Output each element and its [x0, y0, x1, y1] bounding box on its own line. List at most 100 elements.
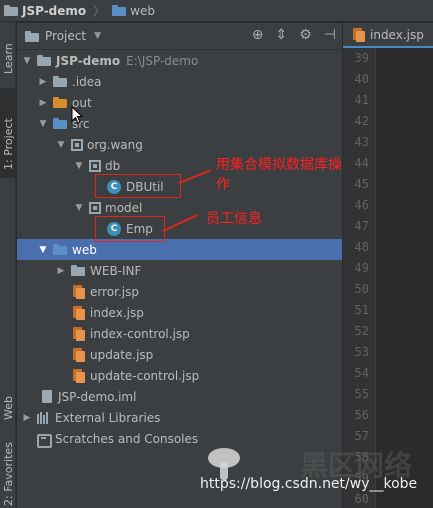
breadcrumb-separator: 〉: [93, 4, 106, 18]
tab-web[interactable]: Web: [0, 378, 16, 430]
module-folder-icon: [37, 55, 51, 66]
line-number: 42: [354, 114, 369, 128]
panel-toolbar: ⊕ ⇕ ⚙ ⊣: [252, 27, 336, 43]
excluded-folder-icon: [53, 97, 67, 108]
line-number: 53: [354, 345, 369, 359]
line-number: 39: [354, 51, 369, 65]
collapse-all-icon[interactable]: ⇕: [276, 27, 288, 43]
project-view-icon: [25, 30, 39, 42]
package-icon: [71, 138, 83, 151]
tree-item-libraries[interactable]: ▶ External Libraries: [17, 407, 342, 428]
tree-item-scratches[interactable]: Scratches and Consoles: [17, 428, 342, 449]
source-folder-icon: [53, 118, 67, 129]
tree-item-web[interactable]: ▼ web: [17, 239, 342, 260]
tree-label: web: [72, 242, 97, 257]
libraries-icon: [37, 411, 51, 424]
tree-label: update-control.jsp: [90, 368, 200, 383]
panel-title[interactable]: Project: [45, 29, 86, 43]
tree-label: WEB-INF: [90, 263, 142, 278]
tree-item-package[interactable]: ▼ org.wang: [17, 134, 342, 155]
tree-item-root[interactable]: ▼ JSP-demo E:\JSP-demo: [17, 50, 342, 71]
jsp-file-icon: [73, 347, 85, 362]
tree-item-file[interactable]: index.jsp: [17, 302, 342, 323]
expand-arrow-icon[interactable]: ▼: [73, 161, 85, 171]
tree-label: JSP-demo: [56, 53, 121, 68]
watermark-url: https://blog.csdn.net/wy__kobe: [200, 476, 418, 492]
line-number: 44: [354, 156, 369, 170]
left-tool-strip: Learn 1: Project Web 2: Favorites: [0, 22, 16, 508]
line-number: 57: [354, 429, 369, 443]
expand-arrow-icon[interactable]: ▼: [37, 245, 49, 255]
folder-icon: [53, 76, 67, 87]
collapsed-arrow-icon[interactable]: ▶: [37, 98, 49, 108]
tree-item-out[interactable]: ▶ out: [17, 92, 342, 113]
breadcrumb: JSP-demo 〉 web: [4, 2, 155, 19]
jsp-file-icon: [73, 305, 85, 320]
web-folder-icon: [53, 244, 67, 255]
annotation-dbutil: 用集合模拟数据库操作: [216, 157, 342, 193]
project-panel-header: Project ▼ ⊕ ⇕ ⚙ ⊣: [17, 23, 342, 50]
tree-item-file[interactable]: error.jsp: [17, 281, 342, 302]
tree-item-webinf[interactable]: ▶ WEB-INF: [17, 260, 342, 281]
collapsed-arrow-icon[interactable]: ▶: [21, 413, 33, 423]
hide-panel-icon[interactable]: ⊣: [324, 27, 336, 43]
line-number: 56: [354, 408, 369, 422]
collapsed-arrow-icon[interactable]: ▶: [55, 266, 67, 276]
tree-label: .idea: [72, 74, 102, 89]
line-number: 47: [354, 219, 369, 233]
editor-tab[interactable]: index.jsp: [343, 23, 433, 48]
breadcrumb-project[interactable]: JSP-demo: [22, 4, 86, 18]
package-icon: [89, 159, 101, 172]
tab-learn[interactable]: Learn: [0, 30, 16, 84]
tree-label: Scratches and Consoles: [55, 431, 199, 446]
line-number: 45: [354, 177, 369, 191]
line-number: 60: [354, 492, 369, 506]
tree-label: error.jsp: [90, 284, 139, 299]
line-number: 43: [354, 135, 369, 149]
tree-item-file[interactable]: update.jsp: [17, 344, 342, 365]
tree-label: model: [105, 200, 143, 215]
jsp-file-icon: [353, 27, 365, 42]
annotation-emp: 员工信息: [206, 211, 262, 227]
tab-project[interactable]: 1: Project: [0, 88, 16, 178]
editor-tab-label: index.jsp: [370, 27, 424, 42]
chevron-down-icon[interactable]: ▼: [94, 31, 101, 41]
tree-label: index.jsp: [90, 305, 144, 320]
tree-path: E:\JSP-demo: [126, 53, 199, 68]
expand-arrow-icon[interactable]: ▼: [55, 140, 67, 150]
tab-web-label: Web: [2, 396, 15, 420]
line-number: 52: [354, 324, 369, 338]
folder-icon: [4, 5, 18, 16]
tree-label: JSP-demo.iml: [58, 389, 137, 404]
jsp-file-icon: [73, 284, 85, 299]
line-number: 51: [354, 303, 369, 317]
navigation-bar: JSP-demo 〉 web: [0, 0, 433, 22]
tree-item-model[interactable]: ▼ model: [17, 197, 342, 218]
line-number: 50: [354, 282, 369, 296]
expand-arrow-icon[interactable]: ▼: [21, 56, 33, 66]
jsp-file-icon: [73, 368, 85, 383]
tree-item-idea[interactable]: ▶ .idea: [17, 71, 342, 92]
locate-icon[interactable]: ⊕: [252, 27, 264, 43]
tree-item-file[interactable]: index-control.jsp: [17, 323, 342, 344]
line-number: 48: [354, 240, 369, 254]
tree-label: org.wang: [87, 137, 143, 152]
scratches-icon: [37, 433, 52, 448]
tree-item-file[interactable]: update-control.jsp: [17, 365, 342, 386]
line-number-gutter: 39 40 41 42 43 44 45 46 47 48 49 50 51 5…: [343, 48, 376, 508]
expand-arrow-icon[interactable]: ▼: [37, 119, 49, 129]
expand-arrow-icon[interactable]: ▼: [73, 203, 85, 213]
highlight-box-emp: [95, 216, 165, 242]
tab-favorites[interactable]: 2: Favorites: [0, 436, 16, 508]
jsp-file-icon: [73, 326, 85, 341]
line-number: 49: [354, 261, 369, 275]
collapsed-arrow-icon[interactable]: ▶: [37, 77, 49, 87]
line-number: 46: [354, 198, 369, 212]
breadcrumb-folder[interactable]: web: [130, 4, 155, 18]
project-tree: ▼ JSP-demo E:\JSP-demo ▶ .idea ▶ out ▼ s…: [17, 50, 342, 508]
tab-project-label: 1: Project: [2, 118, 15, 170]
tree-item-src[interactable]: ▼ src: [17, 113, 342, 134]
module-file-icon: [41, 389, 53, 404]
gear-icon[interactable]: ⚙: [299, 27, 312, 43]
tree-item-iml[interactable]: JSP-demo.iml: [17, 386, 342, 407]
